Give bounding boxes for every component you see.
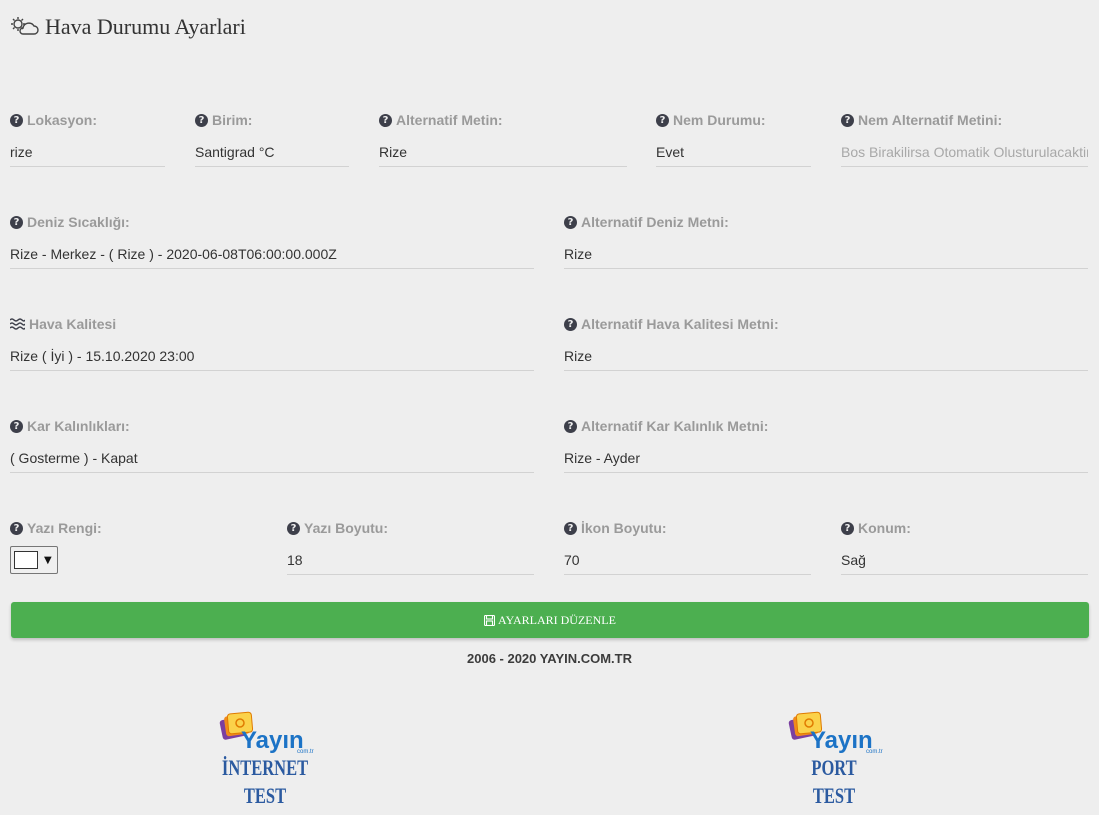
alternatif-metin-input[interactable]: Rize (379, 142, 627, 167)
help-icon: ? (841, 113, 854, 127)
nem-durumu-select[interactable]: Evet (656, 142, 811, 167)
yazi-rengi-field: ? Yazı Rengi: ▼ (10, 519, 258, 574)
help-icon: ? (379, 113, 392, 127)
yazi-rengi-color-picker[interactable]: ▼ (10, 546, 58, 574)
help-icon: ? (564, 317, 577, 331)
alternatif-deniz-input[interactable]: Rize (564, 244, 1088, 269)
lokasyon-input[interactable]: rize (10, 142, 165, 167)
port-test-logo[interactable]: Yayın com.tr PORT TEST (769, 710, 899, 810)
alternatif-deniz-label: Alternatif Deniz Metni: (581, 214, 729, 230)
internet-test-logo[interactable]: Yayın com.tr İNTERNET TEST (200, 710, 330, 810)
yayin-logo-icon: Yayın com.tr (788, 711, 883, 754)
logo-caption-line2: TEST (243, 783, 287, 808)
svg-text:Yayın: Yayın (810, 727, 873, 754)
yazi-rengi-label: Yazı Rengi: (27, 520, 102, 536)
hava-kalitesi-label: Hava Kalitesi (29, 316, 117, 332)
help-icon: ? (10, 215, 23, 229)
help-icon: ? (10, 113, 23, 127)
logo-caption-line1: İNTERNET (221, 755, 309, 780)
deniz-sicakligi-select[interactable]: Rize - Merkez - ( Rize ) - 2020-06-08T06… (10, 244, 534, 269)
ikon-boyutu-label: İkon Boyutu: (581, 520, 667, 536)
save-icon (484, 614, 496, 626)
konum-field: ? Konum: Sağ (841, 519, 1088, 575)
deniz-sicakligi-label: Deniz Sıcaklığı: (27, 214, 130, 230)
page-title: Hava Durumu Ayarlari (10, 14, 246, 40)
alternatif-kar-input[interactable]: Rize - Ayder (564, 448, 1088, 473)
help-icon: ? (10, 521, 23, 535)
alternatif-metin-label: Alternatif Metin: (396, 112, 503, 128)
kar-kalinliklari-label: Kar Kalınlıkları: (27, 418, 130, 434)
help-icon: ? (656, 113, 669, 127)
chevron-down-icon: ▼ (44, 554, 52, 566)
alternatif-hava-label: Alternatif Hava Kalitesi Metni: (581, 316, 779, 332)
alternatif-metin-field: ? Alternatif Metin: Rize (379, 111, 627, 167)
weather-cog-icon (11, 17, 39, 35)
ikon-boyutu-field: ? İkon Boyutu: 70 (564, 519, 811, 575)
kar-kalinliklari-field: ? Kar Kalınlıkları: ( Gosterme ) - Kapat (10, 417, 534, 473)
birim-label: Birim: (212, 112, 253, 128)
birim-select[interactable]: Santigrad °C (195, 142, 349, 167)
copyright-text: 2006 - 2020 YAYIN.COM.TR (467, 651, 632, 666)
alternatif-kar-field: ? Alternatif Kar Kalınlık Metni: Rize - A… (564, 417, 1088, 473)
yazi-boyutu-field: ? Yazı Boyutu: 18 (287, 519, 534, 575)
ikon-boyutu-input[interactable]: 70 (564, 550, 811, 575)
nem-durumu-label: Nem Durumu: (673, 112, 766, 128)
konum-select[interactable]: Sağ (841, 550, 1088, 575)
konum-label: Konum: (858, 520, 911, 536)
alternatif-hava-input[interactable]: Rize (564, 346, 1088, 371)
hava-kalitesi-field: Hava Kalitesi Rize ( İyi ) - 15.10.2020 … (10, 315, 534, 371)
help-icon: ? (287, 521, 300, 535)
yayin-logo-icon: Yayın com.tr (219, 711, 314, 754)
help-icon: ? (841, 521, 854, 535)
alternatif-kar-label: Alternatif Kar Kalınlık Metni: (581, 418, 769, 434)
help-icon: ? (564, 521, 577, 535)
yazi-boyutu-label: Yazı Boyutu: (304, 520, 389, 536)
deniz-sicakligi-field: ? Deniz Sıcaklığı: Rize - Merkez - ( Rize… (10, 213, 534, 269)
alternatif-hava-field: ? Alternatif Hava Kalitesi Metni: Rize (564, 315, 1088, 371)
page-title-text: Hava Durumu Ayarlari (45, 14, 246, 39)
lokasyon-label: Lokasyon: (27, 112, 98, 128)
help-icon: ? (10, 419, 23, 433)
save-settings-button[interactable]: AYARLARI DÜZENLE (11, 602, 1089, 638)
nem-durumu-field: ? Nem Durumu: Evet (656, 111, 811, 167)
kar-kalinliklari-select[interactable]: ( Gosterme ) - Kapat (10, 448, 534, 473)
nem-alternatif-input[interactable]: Bos Birakilirsa Otomatik Olusturulacakti… (841, 142, 1088, 167)
help-icon: ? (195, 113, 208, 127)
svg-text:Yayın: Yayın (241, 727, 304, 754)
logo-caption-line1: PORT (811, 755, 857, 780)
color-swatch (14, 551, 38, 569)
yazi-boyutu-input[interactable]: 18 (287, 550, 534, 575)
nem-alternatif-label: Nem Alternatif Metini: (858, 112, 1003, 128)
air-waves-icon (10, 318, 25, 330)
birim-field: ? Birim: Santigrad °C (195, 111, 349, 167)
nem-alternatif-field: ? Nem Alternatif Metini: Bos Birakilirsa … (841, 111, 1088, 167)
lokasyon-field: ? Lokasyon: rize (10, 111, 165, 167)
help-icon: ? (564, 215, 577, 229)
logo-caption-line2: TEST (812, 783, 856, 808)
hava-kalitesi-select[interactable]: Rize ( İyi ) - 15.10.2020 23:00 (10, 346, 534, 371)
save-button-label: AYARLARI DÜZENLE (498, 612, 616, 627)
alternatif-deniz-field: ? Alternatif Deniz Metni: Rize (564, 213, 1088, 269)
help-icon: ? (564, 419, 577, 433)
